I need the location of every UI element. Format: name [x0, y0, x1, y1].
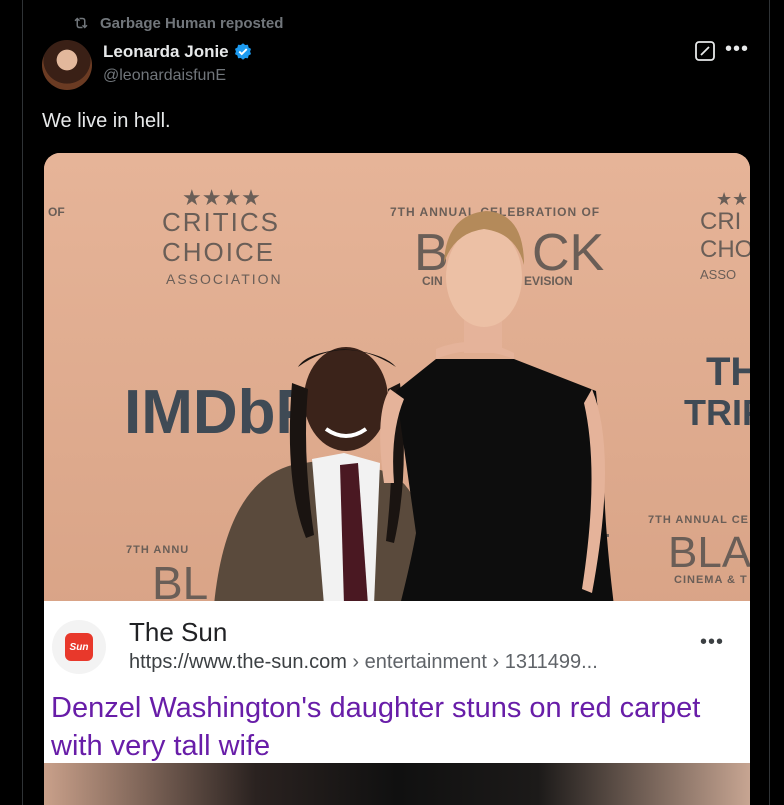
- repost-icon: [74, 17, 88, 29]
- backdrop-evision: EVISION: [524, 274, 573, 288]
- more-options-icon[interactable]: •••: [725, 38, 749, 61]
- author-handle[interactable]: @leonardaisfunE: [103, 67, 226, 85]
- backdrop-asso: ASSO: [700, 267, 736, 282]
- sun-logo-text: Sun: [65, 633, 93, 661]
- backdrop-tripl: TRIPL: [684, 392, 750, 433]
- tweet-text: We live in hell.: [42, 110, 171, 132]
- card-title[interactable]: Denzel Washington's daughter stuns on re…: [51, 689, 741, 765]
- svg-text:★★: ★★: [716, 189, 748, 209]
- backdrop-of: OF: [48, 205, 65, 219]
- backdrop-the: THE: [706, 350, 750, 394]
- card-source-name: The Sun: [129, 617, 228, 647]
- link-card[interactable]: Sun The Sun https://www.the-sun.com › en…: [44, 601, 750, 763]
- backdrop-bla: BLA: [668, 528, 750, 577]
- author-name-row[interactable]: Leonarda Jonie: [103, 42, 253, 62]
- backdrop-annual-right: 7TH ANNUAL CE: [648, 514, 749, 526]
- avatar[interactable]: [42, 40, 92, 90]
- card-more-icon[interactable]: •••: [700, 631, 724, 654]
- backdrop-cri: CRI: [700, 208, 741, 235]
- backdrop-cho: CHO: [700, 236, 750, 263]
- backdrop-cin: CIN: [422, 274, 443, 288]
- svg-text:ASSOCIATION: ASSOCIATION: [166, 271, 283, 287]
- card-url-path: › entertainment › 1311499...: [346, 651, 598, 673]
- svg-text:CRITICS: CRITICS: [162, 207, 280, 237]
- card-url[interactable]: https://www.the-sun.com › entertainment …: [129, 651, 598, 674]
- sun-logo: Sun: [52, 620, 106, 674]
- grok-icon[interactable]: [694, 40, 716, 62]
- backdrop-cinema: CINEMA & T: [674, 574, 748, 586]
- verified-badge-icon: [234, 43, 251, 60]
- repost-label: Garbage Human reposted: [100, 14, 284, 32]
- photo-lower-strip: [44, 763, 750, 805]
- author-name[interactable]: Leonarda Jonie: [103, 42, 229, 62]
- repost-banner[interactable]: Garbage Human reposted: [72, 14, 283, 32]
- backdrop-imdb: IMDbP: [124, 378, 317, 447]
- backdrop-annual-small: 7TH ANNU: [126, 544, 189, 556]
- card-url-host: https://www.the-sun.com: [129, 651, 347, 673]
- svg-text:CHOICE: CHOICE: [162, 237, 275, 267]
